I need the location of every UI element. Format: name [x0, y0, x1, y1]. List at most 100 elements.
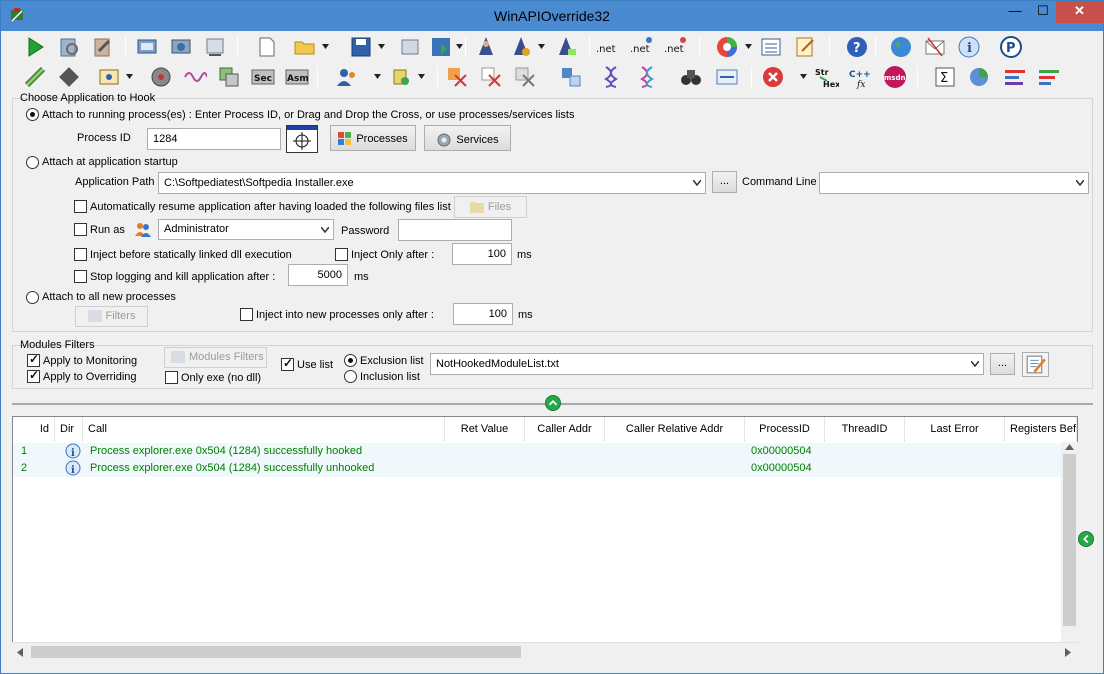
- app-path-combobox[interactable]: C:\Softpediatest\Softpedia Installer.exe: [158, 172, 706, 194]
- open-dropdown-icon[interactable]: [322, 44, 329, 49]
- dotnet3-icon[interactable]: .net: [663, 35, 687, 59]
- save-dropdown-icon[interactable]: [378, 44, 385, 49]
- inclusion-list-radio[interactable]: [344, 370, 357, 383]
- hook-com-icon[interactable]: [203, 35, 227, 59]
- dumper2-icon[interactable]: [509, 35, 533, 59]
- unload-icon[interactable]: [169, 35, 193, 59]
- apply-monitoring-checkbox[interactable]: [27, 352, 40, 367]
- process-id-input[interactable]: 1284: [147, 128, 281, 150]
- column-header-caller-addr[interactable]: Caller Addr: [525, 417, 605, 442]
- column-header-registers[interactable]: Registers Befo: [1005, 417, 1077, 442]
- chip-icon[interactable]: [57, 65, 81, 89]
- stop-logging-checkbox[interactable]: [74, 270, 87, 283]
- app-path-browse-button[interactable]: ...: [712, 171, 737, 193]
- plugin-icon[interactable]: [389, 65, 413, 89]
- column-header-thread-id[interactable]: ThreadID: [825, 417, 905, 442]
- use-list-checkbox[interactable]: [281, 356, 294, 371]
- column-header-id[interactable]: Id: [13, 417, 55, 442]
- close-red-icon[interactable]: [761, 65, 785, 89]
- module-list-browse-button[interactable]: ...: [990, 353, 1015, 375]
- auto-resume-checkbox[interactable]: [74, 200, 87, 213]
- dna2-icon[interactable]: [635, 65, 659, 89]
- column-header-process-id[interactable]: ProcessID: [745, 417, 825, 442]
- scroll-right-icon[interactable]: [1065, 648, 1071, 657]
- modules-filters-button[interactable]: Modules Filters: [164, 347, 267, 368]
- overriding-files-icon[interactable]: [91, 35, 115, 59]
- maximize-button[interactable]: ☐: [1029, 1, 1057, 23]
- column-header-dir[interactable]: Dir: [55, 417, 83, 442]
- attach-new-radio[interactable]: [26, 291, 39, 304]
- run-as-checkbox[interactable]: [74, 223, 87, 236]
- copy-icon[interactable]: [217, 65, 241, 89]
- column-header-last-error[interactable]: Last Error: [905, 417, 1005, 442]
- users-icon[interactable]: [335, 65, 359, 89]
- scroll-up-icon[interactable]: [1065, 444, 1074, 450]
- close-button[interactable]: ✕: [1056, 1, 1103, 23]
- log-list[interactable]: Id Dir Call Ret Value Caller Addr Caller…: [12, 416, 1078, 660]
- list-icon[interactable]: [759, 35, 783, 59]
- filter-clear-icon[interactable]: [513, 65, 537, 89]
- users-dropdown-icon[interactable]: [374, 74, 381, 79]
- mail-icon[interactable]: [923, 35, 947, 59]
- info-icon[interactable]: i: [957, 35, 981, 59]
- msdn-icon[interactable]: msdn: [883, 65, 907, 89]
- column-header-caller-relative-addr[interactable]: Caller Relative Addr: [605, 417, 745, 442]
- files-button[interactable]: Files: [454, 196, 527, 218]
- memory-icon[interactable]: [23, 65, 47, 89]
- inject-new-checkbox[interactable]: [240, 308, 253, 321]
- edit-list-icon[interactable]: [1022, 352, 1049, 377]
- dotnet-icon[interactable]: .net: [595, 35, 619, 59]
- column-header-ret-value[interactable]: Ret Value: [445, 417, 525, 442]
- dna-icon[interactable]: [599, 65, 623, 89]
- save-icon[interactable]: [349, 35, 373, 59]
- sum-icon[interactable]: Σ: [933, 65, 957, 89]
- dumper-dropdown-icon[interactable]: [538, 44, 545, 49]
- cd-icon[interactable]: [149, 65, 173, 89]
- colors-dropdown-icon[interactable]: [745, 44, 752, 49]
- start-icon[interactable]: [23, 35, 47, 59]
- module-list-combobox[interactable]: NotHookedModuleList.txt: [430, 353, 984, 375]
- str-hex-icon[interactable]: Str Hex: [815, 65, 841, 89]
- only-exe-checkbox[interactable]: [165, 371, 178, 384]
- window-icon[interactable]: [97, 65, 121, 89]
- dumper3-icon[interactable]: [554, 35, 578, 59]
- donate-icon[interactable]: P: [999, 35, 1023, 59]
- scroll-left-icon[interactable]: [17, 648, 23, 657]
- cmdline-combobox[interactable]: [819, 172, 1089, 194]
- bars2-icon[interactable]: [1037, 65, 1061, 89]
- pie-icon[interactable]: [967, 65, 991, 89]
- monitoring-files-icon[interactable]: [57, 35, 81, 59]
- table-row[interactable]: 2 i Process explorer.exe 0x504 (1284) su…: [13, 460, 1077, 477]
- attach-startup-radio[interactable]: [26, 156, 39, 169]
- attach-running-radio[interactable]: [26, 108, 39, 121]
- vertical-scrollbar[interactable]: [1061, 442, 1078, 642]
- services-button[interactable]: Services: [424, 125, 511, 151]
- password-input[interactable]: [398, 219, 512, 241]
- inject-only-after-checkbox[interactable]: [335, 248, 348, 261]
- inject-static-checkbox[interactable]: [74, 248, 87, 261]
- clear-dropdown-icon[interactable]: [800, 74, 807, 79]
- filter-remove-icon[interactable]: [479, 65, 503, 89]
- column-header-call[interactable]: Call: [83, 417, 445, 442]
- inject-only-after-input[interactable]: 100: [452, 243, 512, 265]
- binoculars-icon[interactable]: [679, 65, 703, 89]
- apply-overriding-checkbox[interactable]: [27, 368, 40, 383]
- notepad-icon[interactable]: [793, 35, 817, 59]
- horizontal-scroll-thumb[interactable]: [31, 646, 521, 658]
- horizontal-scrollbar[interactable]: [12, 642, 1078, 660]
- wave-icon[interactable]: [183, 65, 208, 89]
- processes-button[interactable]: Processes: [330, 125, 416, 151]
- help-icon[interactable]: ?: [845, 35, 869, 59]
- collapse-up-icon[interactable]: [545, 395, 561, 411]
- filters-button[interactable]: Filters: [75, 306, 148, 327]
- bars-icon[interactable]: [1003, 65, 1027, 89]
- dotnet2-icon[interactable]: .net: [629, 35, 653, 59]
- open-icon[interactable]: [293, 35, 317, 59]
- exclusion-list-radio[interactable]: [344, 354, 357, 367]
- minimize-button[interactable]: —: [1001, 1, 1029, 23]
- window-dropdown-icon[interactable]: [126, 74, 133, 79]
- collapse-left-icon[interactable]: [1078, 531, 1094, 547]
- asm-icon[interactable]: Asm: [285, 65, 309, 89]
- sec-icon[interactable]: Sec: [251, 65, 275, 89]
- vertical-scroll-thumb[interactable]: [1063, 454, 1076, 626]
